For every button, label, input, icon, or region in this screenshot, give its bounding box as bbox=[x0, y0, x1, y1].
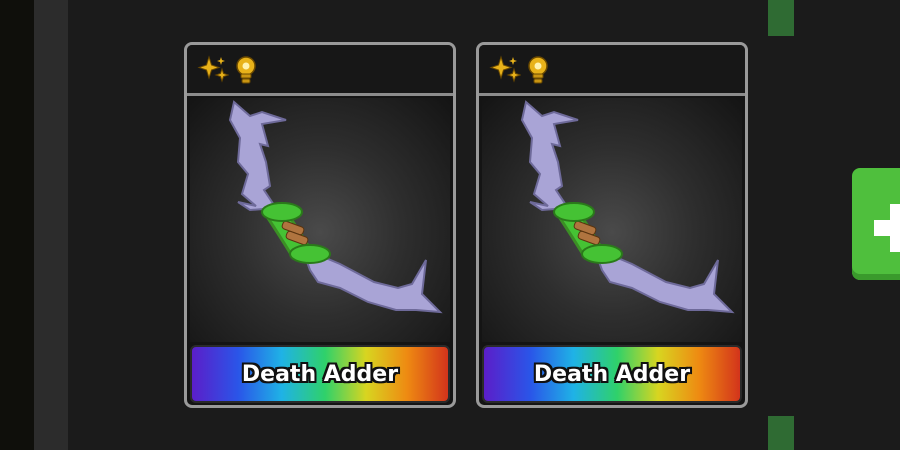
sparkles-icon bbox=[489, 55, 521, 83]
bow-icon bbox=[228, 100, 443, 314]
card-header bbox=[187, 45, 453, 96]
plus-icon bbox=[874, 204, 900, 252]
item-card[interactable]: Death Adder bbox=[476, 42, 748, 408]
lightbulb-icon bbox=[236, 56, 256, 84]
card-header bbox=[479, 45, 745, 96]
sparkles-icon bbox=[197, 55, 229, 83]
left-edge-panel bbox=[0, 0, 34, 450]
item-image bbox=[190, 98, 450, 342]
slot-marker-bottom bbox=[768, 416, 794, 450]
rarity-name-plate: Death Adder bbox=[190, 345, 450, 403]
item-name: Death Adder bbox=[533, 361, 691, 387]
lightbulb-icon bbox=[528, 56, 548, 84]
scroll-rail[interactable] bbox=[34, 0, 68, 450]
item-image bbox=[482, 98, 742, 342]
bow-icon bbox=[520, 100, 735, 314]
item-card[interactable]: Death Adder bbox=[184, 42, 456, 408]
add-button[interactable] bbox=[852, 168, 900, 280]
slot-marker-top bbox=[768, 0, 794, 36]
rarity-name-plate: Death Adder bbox=[482, 345, 742, 403]
item-name: Death Adder bbox=[241, 361, 399, 387]
